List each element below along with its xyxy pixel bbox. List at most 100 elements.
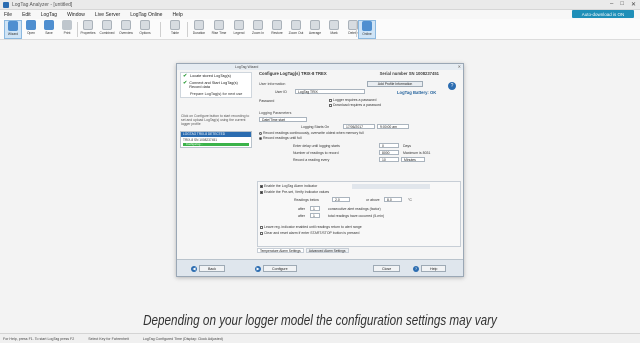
record-full-option[interactable]: Record readings until full — [259, 136, 302, 140]
start-mode-select[interactable]: Date/Time start — [259, 117, 307, 122]
minimize-button[interactable]: – — [610, 1, 613, 8]
step-prepare: Prepare LogTag(s) for next use — [181, 91, 251, 98]
dialog-close-icon[interactable]: ✕ — [458, 64, 461, 69]
toolbar-legend-button[interactable]: Legend — [230, 20, 248, 39]
enable-limits-option[interactable]: Enable the Pre-set, Verify Indicator val… — [260, 190, 329, 194]
options-icon — [140, 20, 150, 30]
close-window-button[interactable]: ✕ — [631, 1, 636, 8]
interval-input[interactable]: 10 — [379, 157, 399, 162]
delay-input[interactable]: 0 — [379, 143, 399, 148]
toolbar-properties-button[interactable]: Properties — [79, 20, 97, 39]
toolbar-wizard-button[interactable]: Wizard — [4, 20, 22, 39]
reset-alarm-checkbox[interactable] — [260, 225, 263, 229]
toolbar-label: Print — [63, 31, 71, 35]
toolbar-rise-time-button[interactable]: Rise Time — [210, 20, 228, 39]
title-bar: LogTag Analyzer - [untitled] – □ ✕ — [0, 0, 640, 10]
cancel-button[interactable]: Close — [373, 265, 401, 272]
clear-alarm-option[interactable]: Clear and reset alarm if enter START/STO… — [260, 231, 359, 235]
clear-alarm-checkbox[interactable] — [260, 231, 263, 235]
toolbar-label: Combined — [99, 31, 115, 35]
toolbar-print-button[interactable]: Print — [58, 20, 76, 39]
status-help: For Help, press F1. To start LogTag pres… — [3, 336, 75, 341]
toolbar-label: Duration — [192, 31, 206, 35]
pw-reconfig-option[interactable]: Logger requires a password — [329, 98, 376, 102]
menu-logtag[interactable]: LogTag — [41, 12, 57, 18]
pw-download-checkbox[interactable] — [329, 103, 332, 107]
maximize-button[interactable]: □ — [620, 1, 624, 8]
pw-download-option[interactable]: Download requires a password — [329, 103, 381, 107]
toolbar-save-button[interactable]: Save — [40, 20, 58, 39]
toolbar-label: Table — [171, 31, 179, 35]
toolbar-table-button[interactable]: Table — [166, 20, 184, 39]
window-title: LogTag Analyzer - [untitled] — [12, 1, 73, 8]
toolbar-separator — [160, 22, 161, 37]
menu-window[interactable]: Window — [67, 12, 85, 18]
toolbar-zoom-out-button[interactable]: Zoom Out — [287, 20, 305, 39]
menu-edit[interactable]: Edit — [22, 12, 31, 18]
enable-limits-checkbox[interactable] — [260, 190, 263, 194]
alarm-settings-panel: Enable the LogTag Alarm indicator Enable… — [257, 181, 461, 247]
tab-temperature-alarm[interactable]: Temperature Alarm Settings — [257, 248, 304, 253]
readings-max: Maximum is 8031 — [403, 151, 431, 155]
toolbar: Wizard Open Save Print Properties Combin… — [0, 19, 640, 40]
total-input[interactable]: 1 — [310, 213, 320, 218]
menu-logtag-online[interactable]: LogTag Online — [130, 12, 162, 18]
configure-button[interactable]: ▶ Configure — [255, 265, 297, 272]
begin-date-input[interactable]: 17/06/2017 — [343, 124, 375, 129]
menu-live-server[interactable]: Live Server — [95, 12, 120, 18]
begin-time-input[interactable]: 9:00:00 am — [377, 124, 409, 129]
online-icon — [362, 21, 372, 31]
toolbar-combined-button[interactable]: Combined — [98, 20, 116, 39]
add-profile-button[interactable]: Add Profile Information — [367, 81, 423, 87]
toolbar-options-button[interactable]: Options — [136, 20, 154, 39]
toolbar-label: Overview — [119, 31, 133, 35]
tab-advanced-alarm[interactable]: Advanced Alarm Settings — [305, 248, 349, 253]
readings-input[interactable]: 8000 — [379, 150, 399, 155]
toolbar-label: Restore — [271, 31, 283, 35]
toolbar-zoom-in-button[interactable]: Zoom In — [249, 20, 267, 39]
wizard-icon — [8, 21, 18, 31]
toolbar-label: Save — [45, 31, 53, 35]
consec-input[interactable]: 1 — [310, 206, 320, 211]
toolbar-open-button[interactable]: Open — [22, 20, 40, 39]
status-bar: For Help, press F1. To start LogTag pres… — [0, 333, 640, 343]
record-continuous-option[interactable]: Record readings continuously, overwrite … — [259, 131, 364, 135]
alarm-scale-bar — [352, 184, 430, 189]
upper-alarm-input[interactable]: 8.0 — [384, 197, 402, 202]
configure-label: Configure — [263, 265, 297, 272]
pw-reconfig-checkbox[interactable] — [329, 98, 332, 102]
cancel-label: Close — [373, 265, 401, 272]
enable-alarm-option[interactable]: Enable the LogTag Alarm indicator — [260, 184, 317, 188]
toolbar-restore-button[interactable]: Restore — [268, 20, 286, 39]
help-icon[interactable]: ? — [448, 82, 456, 90]
reset-alarm-option[interactable]: Leave reg. indicator enabled until readi… — [260, 225, 362, 229]
menu-help[interactable]: Help — [172, 12, 182, 18]
interval-unit-select[interactable]: Minutes — [401, 157, 425, 162]
toolbar-separator — [77, 22, 78, 37]
logger-progress-bar: Configuring... — [183, 143, 249, 146]
battery-status: LogTag Battery: OK — [397, 90, 437, 95]
back-button[interactable]: ◀ Back — [191, 265, 225, 272]
enable-alarm-checkbox[interactable] — [260, 184, 263, 188]
user-id-label: User ID — [275, 90, 287, 94]
lower-alarm-input[interactable]: 2.0 — [332, 197, 350, 202]
toolbar-mark-button[interactable]: Mark — [325, 20, 343, 39]
duration-icon — [194, 20, 204, 30]
configure-pane: Configure LogTag(s) TRIX-8 TREX Serial n… — [257, 71, 461, 257]
menu-file[interactable]: File — [4, 12, 12, 18]
toolbar-online-button[interactable]: Online — [358, 20, 376, 39]
toolbar-average-button[interactable]: Average — [306, 20, 324, 39]
record-continuous-radio[interactable] — [259, 131, 262, 135]
help-button[interactable]: ? Help — [413, 265, 447, 272]
record-full-radio[interactable] — [259, 136, 262, 140]
toolbar-overview-button[interactable]: Overview — [117, 20, 135, 39]
toolbar-duration-button[interactable]: Duration — [190, 20, 208, 39]
record-continuous-text: Record readings continuously, overwrite … — [263, 131, 364, 135]
after-label-2: after — [298, 214, 306, 218]
begin-label: Logging Starts On — [301, 125, 330, 129]
toolbar-label: Zoom Out — [288, 31, 304, 35]
back-arrow-icon: ◀ — [191, 265, 197, 272]
combined-icon — [102, 20, 112, 30]
user-id-input[interactable]: LogTag TRIX — [295, 89, 365, 94]
auto-download-button[interactable]: Auto-download is ON — [572, 10, 634, 18]
